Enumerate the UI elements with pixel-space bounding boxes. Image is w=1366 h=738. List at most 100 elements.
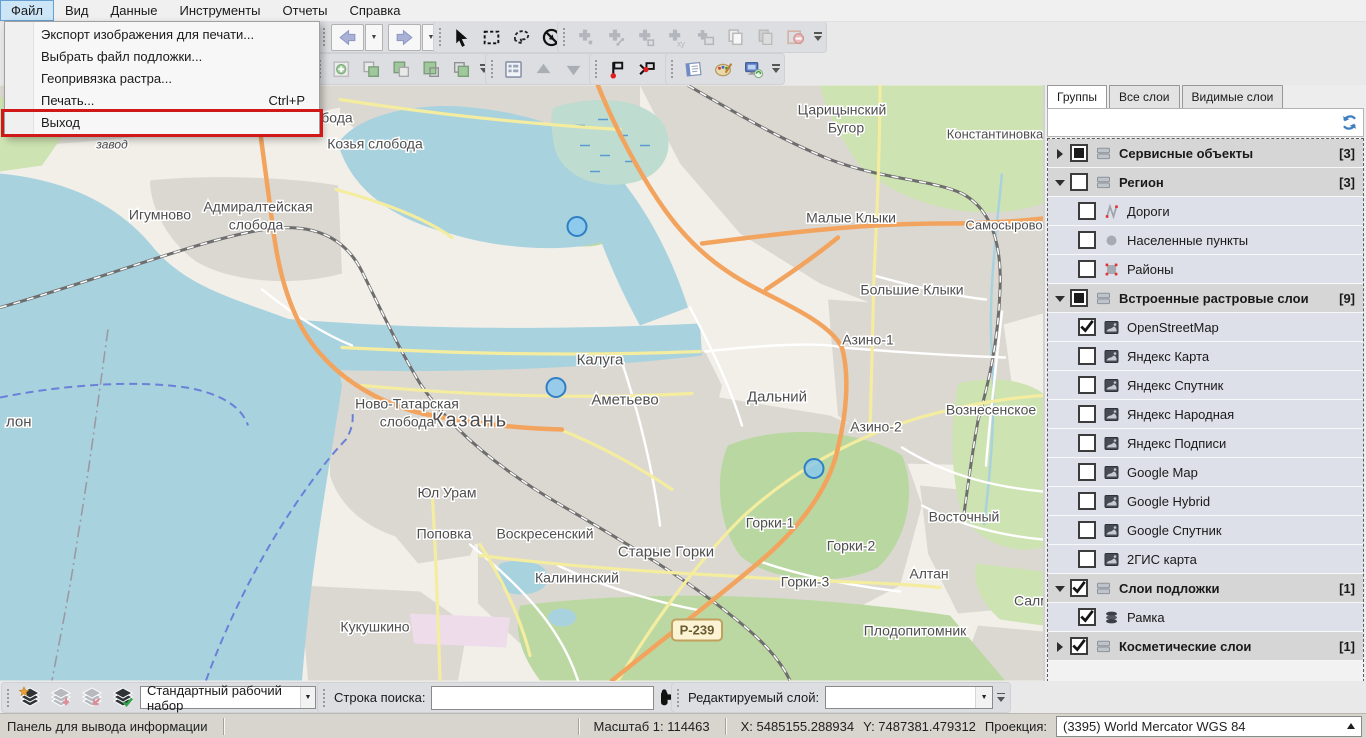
layer-checkbox[interactable] bbox=[1078, 550, 1096, 568]
drag-grip[interactable] bbox=[594, 59, 598, 79]
menubar-item-4[interactable]: Инструменты bbox=[168, 0, 271, 21]
drag-grip[interactable] bbox=[322, 688, 326, 708]
layer-tree-row-18[interactable]: Косметические слои[1] bbox=[1048, 632, 1363, 661]
map-view[interactable]: Р-239 заводбодаКозья слободаИгумновоАдми… bbox=[0, 85, 1043, 681]
drag-grip[interactable] bbox=[6, 688, 10, 708]
delete-object-button[interactable] bbox=[781, 24, 809, 51]
layer-tree-row-2[interactable]: Регион[3] bbox=[1048, 168, 1363, 197]
map-marker[interactable] bbox=[568, 217, 587, 236]
layer-checkbox[interactable] bbox=[1070, 173, 1088, 191]
nav-back-dropdown-caret[interactable]: ▼ bbox=[365, 24, 383, 51]
layer-tree-row-11[interactable]: Яндекс Подписи bbox=[1048, 429, 1363, 458]
toolbar-overflow-button[interactable] bbox=[771, 58, 782, 80]
file-menu-item-5[interactable]: Выход bbox=[5, 111, 319, 133]
layer-tree-row-14[interactable]: Google Спутник bbox=[1048, 516, 1363, 545]
file-menu-item-1[interactable]: Экспорт изображения для печати... bbox=[5, 23, 319, 45]
map-marker[interactable] bbox=[805, 459, 824, 478]
menubar-item-6[interactable]: Справка bbox=[338, 0, 411, 21]
notepad-button[interactable] bbox=[679, 56, 707, 83]
overlap-select-b-button[interactable] bbox=[387, 56, 415, 83]
layer-checkbox[interactable] bbox=[1078, 463, 1096, 481]
menubar-item-1[interactable]: Файл bbox=[0, 0, 54, 21]
drag-grip[interactable] bbox=[676, 688, 680, 708]
add-polygon-vertex-button[interactable] bbox=[631, 24, 659, 51]
layer-tree-row-17[interactable]: Рамка bbox=[1048, 603, 1363, 632]
move-down-button[interactable] bbox=[559, 56, 587, 83]
overlap-select-d-button[interactable] bbox=[447, 56, 475, 83]
menubar-item-3[interactable]: Данные bbox=[100, 0, 169, 21]
layer-checkbox[interactable] bbox=[1078, 405, 1096, 423]
collapse-icon[interactable] bbox=[1053, 291, 1068, 306]
layer-list-button[interactable] bbox=[499, 56, 527, 83]
drag-grip[interactable] bbox=[438, 27, 442, 47]
paste-object-button[interactable] bbox=[751, 24, 779, 51]
layer-checkbox[interactable] bbox=[1078, 434, 1096, 452]
layer-checkbox[interactable] bbox=[1078, 521, 1096, 539]
tab-2[interactable]: Все слои bbox=[1109, 85, 1180, 108]
drag-grip[interactable] bbox=[562, 27, 566, 47]
layer-checkbox[interactable] bbox=[1078, 608, 1096, 626]
copy-object-button[interactable] bbox=[721, 24, 749, 51]
zoom-plus-button[interactable] bbox=[327, 56, 355, 83]
layer-tree-row-8[interactable]: Яндекс Карта bbox=[1048, 342, 1363, 371]
palette-button[interactable] bbox=[709, 56, 737, 83]
menubar-item-2[interactable]: Вид bbox=[54, 0, 100, 21]
drag-grip[interactable] bbox=[670, 59, 674, 79]
add-xy-point-button[interactable]: xy bbox=[661, 24, 689, 51]
menubar-item-5[interactable]: Отчеты bbox=[272, 0, 339, 21]
expand-icon[interactable] bbox=[1053, 639, 1068, 654]
overlap-select-a-button[interactable] bbox=[357, 56, 385, 83]
layer-tree-row-7[interactable]: OpenStreetMap bbox=[1048, 313, 1363, 342]
layer-tree-row-13[interactable]: Google Hybrid bbox=[1048, 487, 1363, 516]
layer-checkbox[interactable] bbox=[1078, 202, 1096, 220]
collapse-icon[interactable] bbox=[1053, 175, 1068, 190]
nav-back-button[interactable] bbox=[331, 24, 364, 51]
layer-checkbox[interactable] bbox=[1078, 376, 1096, 394]
map-marker[interactable] bbox=[547, 378, 566, 397]
lasso-select-button[interactable] bbox=[507, 24, 535, 51]
tab-3[interactable]: Видимые слои bbox=[1182, 85, 1284, 108]
workset-apply-button[interactable] bbox=[108, 684, 137, 711]
layer-checkbox[interactable] bbox=[1078, 260, 1096, 278]
projection-combobox[interactable]: (3395) World Mercator WGS 84 bbox=[1056, 716, 1362, 737]
add-line-vertex-button[interactable] bbox=[601, 24, 629, 51]
layer-tree-row-12[interactable]: Google Map bbox=[1048, 458, 1363, 487]
layer-tree-row-16[interactable]: Слои подложки[1] bbox=[1048, 574, 1363, 603]
layer-tree-row-4[interactable]: Населенные пункты bbox=[1048, 226, 1363, 255]
nav-forward-button[interactable] bbox=[388, 24, 421, 51]
drag-grip[interactable] bbox=[322, 27, 326, 47]
drag-grip[interactable] bbox=[490, 59, 494, 79]
layer-tree-row-5[interactable]: Районы bbox=[1048, 255, 1363, 284]
overlap-select-c-button[interactable] bbox=[417, 56, 445, 83]
toolbar-overflow-button[interactable] bbox=[813, 26, 824, 48]
workset-export-button[interactable] bbox=[77, 684, 106, 711]
layer-checkbox[interactable] bbox=[1070, 144, 1088, 162]
layer-checkbox[interactable] bbox=[1078, 492, 1096, 510]
search-input[interactable] bbox=[431, 686, 654, 710]
file-menu-item-3[interactable]: Геопривязка растра... bbox=[5, 67, 319, 89]
refresh-button[interactable] bbox=[1337, 111, 1361, 135]
layer-checkbox[interactable] bbox=[1078, 231, 1096, 249]
layer-tree-row-3[interactable]: Дороги bbox=[1048, 197, 1363, 226]
layer-tree-row-1[interactable]: Сервисные объекты[3] bbox=[1048, 139, 1363, 168]
file-menu-item-2[interactable]: Выбрать файл подложки... bbox=[5, 45, 319, 67]
flag-start-button[interactable] bbox=[603, 56, 631, 83]
layer-checkbox[interactable] bbox=[1070, 637, 1088, 655]
workset-combobox[interactable]: Стандартный рабочий набор ▼ bbox=[140, 686, 316, 709]
layer-tree-row-6[interactable]: Встроенные растровые слои[9] bbox=[1048, 284, 1363, 313]
layer-checkbox[interactable] bbox=[1070, 289, 1088, 307]
move-up-button[interactable] bbox=[529, 56, 557, 83]
workstation-button[interactable] bbox=[739, 56, 767, 83]
toolbar-overflow-button[interactable] bbox=[996, 687, 1007, 709]
tab-1[interactable]: Группы bbox=[1047, 85, 1107, 108]
collapse-icon[interactable] bbox=[1053, 581, 1068, 596]
layer-tree-row-10[interactable]: Яндекс Народная bbox=[1048, 400, 1363, 429]
add-point-button[interactable] bbox=[571, 24, 599, 51]
layer-checkbox[interactable] bbox=[1078, 347, 1096, 365]
editable-layer-combobox[interactable]: ▼ bbox=[825, 686, 993, 709]
layer-checkbox[interactable] bbox=[1078, 318, 1096, 336]
layer-tree-row-15[interactable]: 2ГИС карта bbox=[1048, 545, 1363, 574]
add-rectangle-button[interactable] bbox=[691, 24, 719, 51]
file-menu-item-4[interactable]: Печать...Ctrl+P bbox=[5, 89, 319, 111]
workset-remove-button[interactable] bbox=[46, 684, 75, 711]
